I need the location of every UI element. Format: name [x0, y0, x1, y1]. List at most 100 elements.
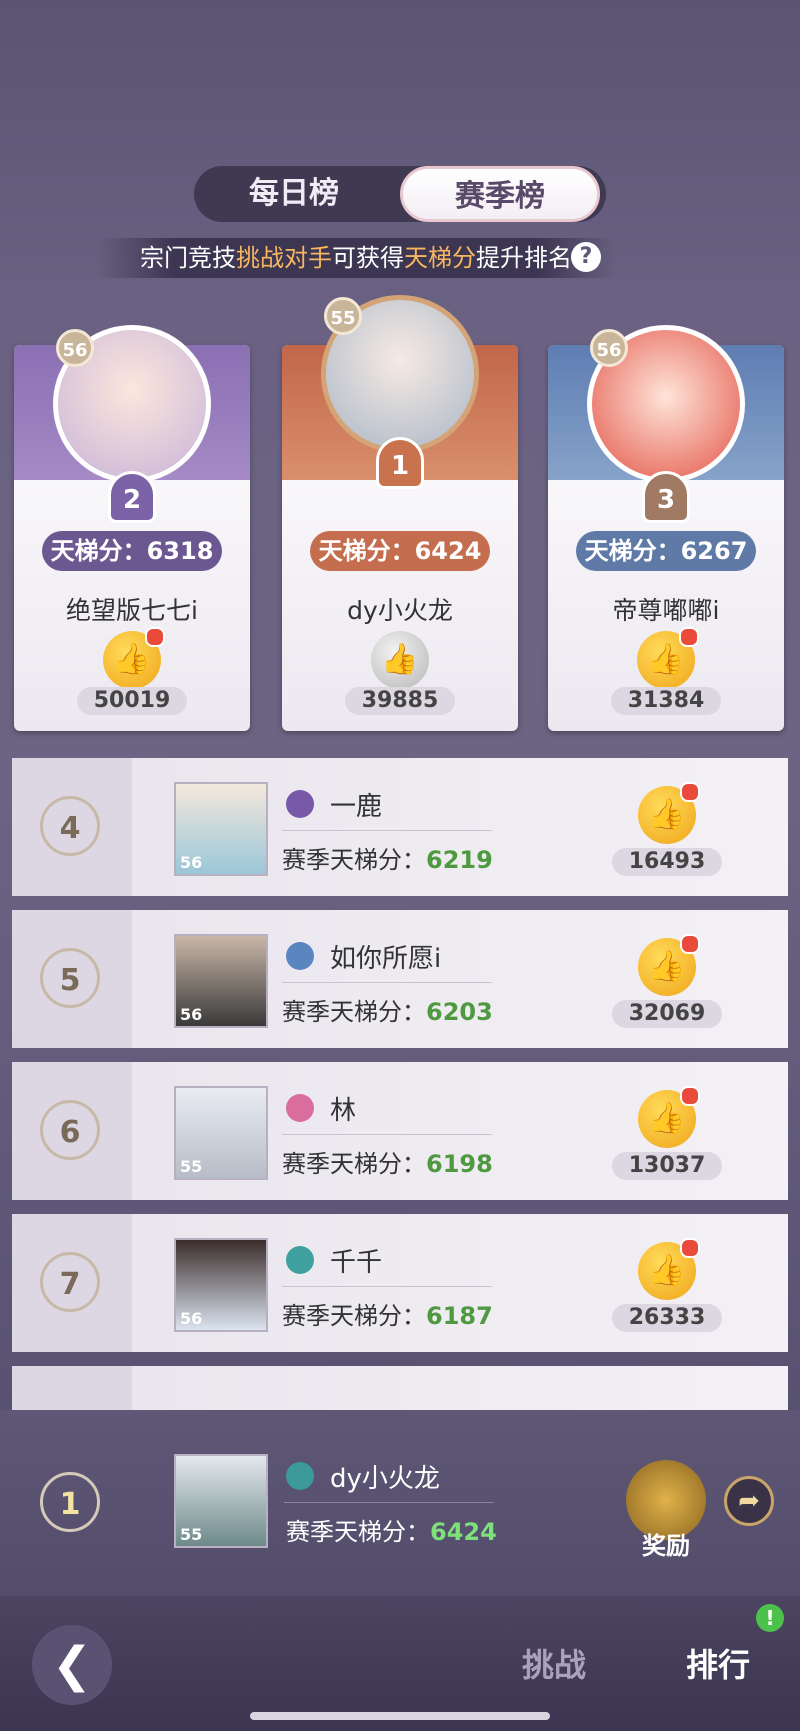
sect-icon — [286, 790, 314, 818]
like-count: 16493 — [612, 848, 722, 876]
score-pill: 天梯分：6318 — [42, 531, 222, 571]
like-count: 39885 — [345, 687, 455, 715]
level-badge: 56 — [180, 853, 203, 872]
sect-icon — [286, 942, 314, 970]
sect-icon — [286, 1462, 314, 1490]
nav-ranking[interactable]: 排行 — [686, 1640, 750, 1686]
notification-dot — [680, 934, 700, 954]
rank-column — [12, 1366, 132, 1410]
hint-highlight: 天梯分 — [404, 244, 476, 272]
list-item[interactable]: 6 55 林 赛季天梯分：6198 👍 13037 — [12, 1062, 788, 1200]
list-item[interactable]: 4 56 一鹿 赛季天梯分：6219 👍 16493 — [12, 758, 788, 896]
list-item[interactable]: 5 56 如你所愿i 赛季天梯分：6203 👍 32069 — [12, 910, 788, 1048]
divider — [284, 1502, 494, 1503]
hint-text: 宗门竞技挑战对手可获得天梯分提升排名 — [96, 238, 616, 278]
avatar[interactable]: 56 — [174, 934, 268, 1028]
my-name: dy小火龙 — [330, 1464, 440, 1494]
my-avatar[interactable]: 55 — [174, 1454, 268, 1548]
season-score: 赛季天梯分：6198 — [282, 1144, 493, 1179]
avatar[interactable]: 55 — [174, 1086, 268, 1180]
sect-icon — [286, 1246, 314, 1274]
list-item[interactable]: 7 56 千千 赛季天梯分：6187 👍 26333 — [12, 1214, 788, 1352]
player-name: 如你所愿i — [330, 944, 442, 974]
back-arrow-icon[interactable]: ❮ — [32, 1625, 112, 1705]
bottom-nav — [0, 1596, 800, 1731]
list-item-partial[interactable] — [12, 1366, 788, 1410]
like-button[interactable]: 👍 — [638, 1238, 700, 1300]
score-value: 6198 — [426, 1150, 493, 1178]
like-button[interactable]: 👍 — [371, 631, 429, 689]
season-score: 赛季天梯分：6203 — [282, 992, 493, 1027]
tab-daily[interactable]: 每日榜 — [194, 166, 394, 222]
home-indicator — [250, 1712, 550, 1720]
tab-season[interactable]: 赛季榜 — [400, 166, 600, 222]
my-rank-bar: 1 55 dy小火龙 赛季天梯分：6424 奖励 ➦ — [0, 1410, 800, 1596]
score-label: 赛季天梯分： — [282, 998, 426, 1026]
divider — [282, 1134, 492, 1135]
score-label: 赛季天梯分： — [282, 1302, 426, 1330]
player-name: dy小火龙 — [347, 596, 453, 625]
like-count: 13037 — [612, 1152, 722, 1180]
avatar[interactable]: 56 — [174, 782, 268, 876]
level-badge: 56 — [56, 329, 94, 367]
notification-dot — [680, 1086, 700, 1106]
hint-part: 提升排名 — [476, 244, 572, 272]
level-badge: 55 — [324, 297, 362, 335]
level-badge: 56 — [180, 1309, 203, 1328]
player-name: 一鹿 — [330, 792, 383, 822]
rank-badge: 1 — [376, 437, 424, 489]
level-badge: 55 — [180, 1157, 203, 1176]
score-label: 赛季天梯分： — [282, 1150, 426, 1178]
like-count: 26333 — [612, 1304, 722, 1332]
player-name: 绝望版七七i — [66, 596, 198, 625]
player-name: 千千 — [330, 1248, 383, 1278]
score-value: 6203 — [426, 998, 493, 1026]
score-value: 6219 — [426, 846, 493, 874]
hint-part: 宗门竞技 — [140, 244, 236, 272]
season-score: 赛季天梯分：6187 — [282, 1296, 493, 1331]
score-value: 6424 — [430, 1518, 497, 1546]
score-pill: 天梯分：6424 — [310, 531, 490, 571]
like-button[interactable]: 👍 — [103, 627, 165, 689]
podium-card-1[interactable]: 55 1 天梯分：6424 dy小火龙 👍 39885 — [282, 295, 518, 731]
podium-card-2[interactable]: 56 2 天梯分：6318 绝望版七七i 👍 50019 — [14, 325, 250, 731]
score-label: 赛季天梯分： — [286, 1518, 430, 1546]
score-pill: 天梯分：6267 — [576, 531, 756, 571]
season-score: 赛季天梯分：6219 — [282, 840, 493, 875]
level-badge: 56 — [180, 1005, 203, 1024]
score-value: 6187 — [426, 1302, 493, 1330]
nav-challenge[interactable]: 挑战 — [522, 1640, 586, 1686]
my-rank-circle: 1 — [40, 1472, 100, 1532]
like-button[interactable]: 👍 — [638, 934, 700, 996]
hint-highlight: 挑战对手 — [236, 244, 332, 272]
my-season-score: 赛季天梯分：6424 — [286, 1512, 497, 1547]
rank-circle: 5 — [40, 948, 100, 1008]
like-button[interactable]: 👍 — [638, 1086, 700, 1148]
like-count: 50019 — [77, 687, 187, 715]
rank-badge: 3 — [642, 471, 690, 523]
reward-label: 奖励 — [642, 1532, 690, 1560]
rank-badge: 2 — [108, 471, 156, 523]
notification-dot — [679, 627, 699, 647]
notification-dot — [145, 627, 165, 647]
avatar[interactable]: 56 — [174, 1238, 268, 1332]
rank-circle: 6 — [40, 1100, 100, 1160]
podium-card-3[interactable]: 56 3 天梯分：6267 帝尊嘟嘟i 👍 31384 — [548, 325, 784, 731]
like-button[interactable]: 👍 — [637, 627, 699, 689]
like-button[interactable]: 👍 — [638, 782, 700, 844]
share-arrow-icon[interactable]: ➦ — [724, 1476, 774, 1526]
like-count: 32069 — [612, 1000, 722, 1028]
score-label: 赛季天梯分： — [282, 846, 426, 874]
notification-dot — [680, 1238, 700, 1258]
alert-icon: ! — [756, 1604, 784, 1632]
rank-circle: 4 — [40, 796, 100, 856]
help-icon[interactable]: ? — [571, 242, 601, 272]
player-name: 林 — [330, 1096, 357, 1126]
divider — [282, 1286, 492, 1287]
notification-dot — [680, 782, 700, 802]
like-count: 31384 — [611, 687, 721, 715]
level-badge: 55 — [180, 1525, 203, 1544]
leaderboard-tabs: 每日榜 赛季榜 — [194, 166, 606, 222]
rank-circle: 7 — [40, 1252, 100, 1312]
divider — [282, 982, 492, 983]
